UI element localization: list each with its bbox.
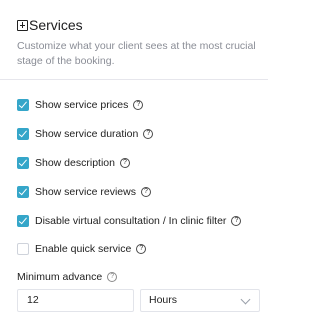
option-label: Show service duration [35, 128, 139, 140]
option-label: Show service prices [35, 99, 129, 111]
option-disable-virtual-consultation[interactable]: Disable virtual consultation / In clinic… [17, 214, 242, 228]
minimum-advance-input[interactable]: 12 [17, 289, 134, 312]
checkbox-show-description[interactable] [17, 157, 29, 169]
unit-select-value: Hours [149, 294, 178, 306]
minimum-advance-label-row: Minimum advance ? [17, 270, 118, 284]
minimum-advance-label: Minimum advance [17, 271, 103, 283]
help-icon[interactable]: ? [133, 100, 144, 110]
chevron-down-icon [240, 294, 251, 305]
services-panel: Services Customize what your client sees… [0, 0, 268, 322]
option-show-description[interactable]: Show description ? [17, 156, 130, 170]
help-icon[interactable]: ? [140, 187, 151, 197]
option-label: Disable virtual consultation / In clinic… [35, 215, 227, 227]
services-title-row: Services [17, 16, 83, 34]
checkbox-show-service-duration[interactable] [17, 128, 29, 140]
option-enable-quick-service[interactable]: Enable quick service ? [17, 242, 147, 256]
option-show-service-reviews[interactable]: Show service reviews ? [17, 185, 151, 199]
checkbox-disable-virtual-consultation[interactable] [17, 215, 29, 227]
help-icon[interactable]: ? [107, 272, 118, 282]
help-icon[interactable]: ? [119, 158, 130, 168]
help-icon[interactable]: ? [136, 244, 147, 254]
option-show-service-prices[interactable]: Show service prices ? [17, 98, 144, 112]
services-title: Services [29, 17, 83, 33]
checkbox-show-service-reviews[interactable] [17, 186, 29, 198]
checkbox-show-service-prices[interactable] [17, 99, 29, 111]
help-icon[interactable]: ? [143, 129, 154, 139]
help-icon[interactable]: ? [231, 216, 242, 226]
checkbox-enable-quick-service[interactable] [17, 243, 29, 255]
services-subtitle: Customize what your client sees at the m… [17, 40, 256, 67]
minimum-advance-unit-select[interactable]: Hours [140, 289, 260, 312]
services-header: Services Customize what your client sees… [0, 0, 268, 80]
option-label: Show service reviews [35, 186, 136, 198]
option-label: Show description [35, 157, 115, 169]
option-show-service-duration[interactable]: Show service duration ? [17, 127, 154, 141]
option-label: Enable quick service [35, 243, 132, 255]
add-box-icon [17, 19, 28, 31]
